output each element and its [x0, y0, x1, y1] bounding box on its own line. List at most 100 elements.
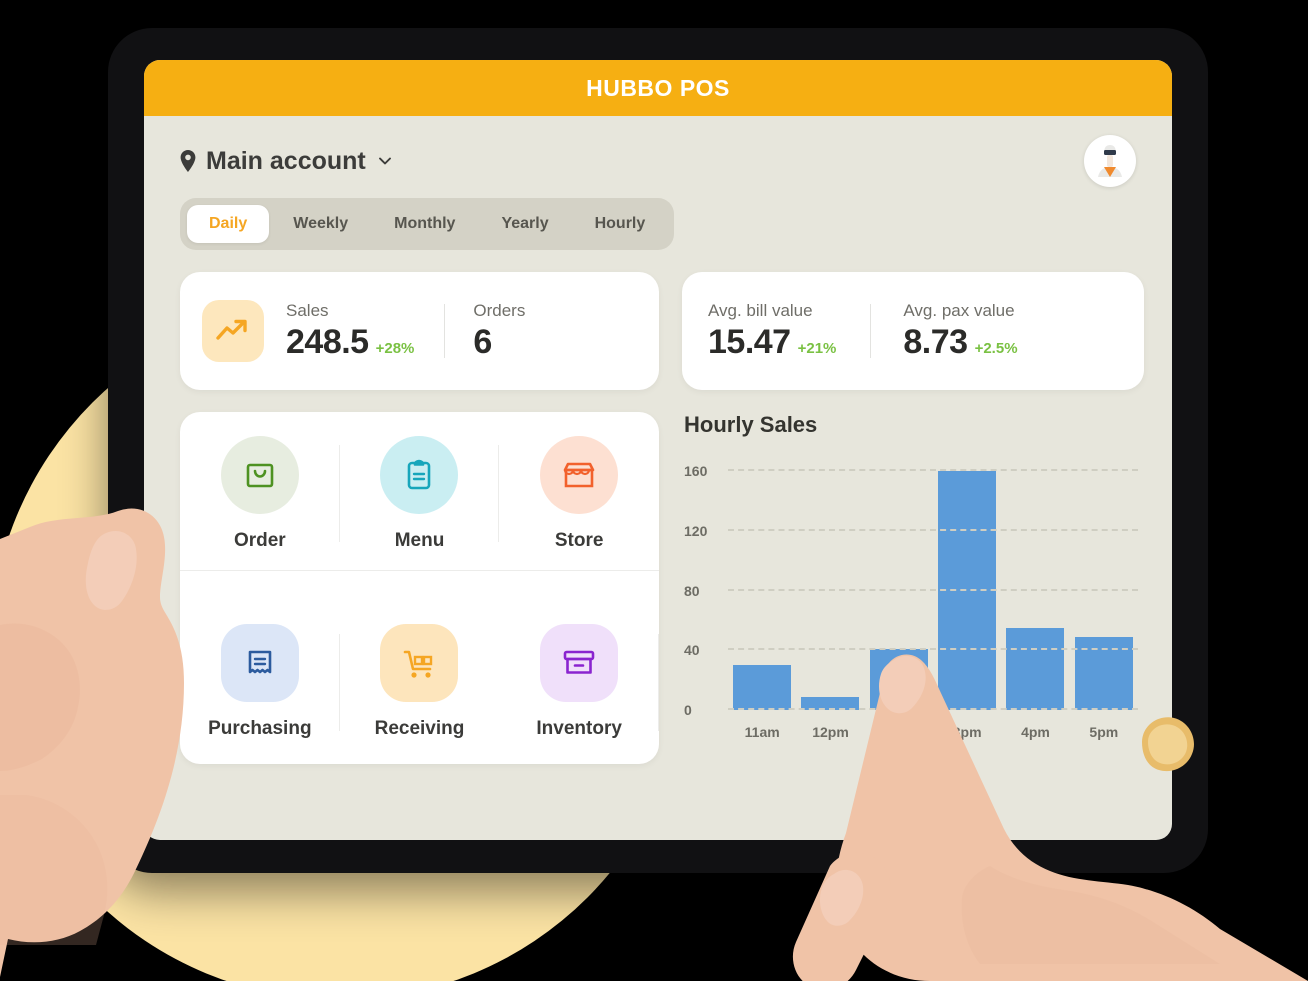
left-column: Sales 248.5 +28% Orders 6 Order Menu Sto… [180, 272, 659, 764]
avg-pax-delta: +2.5% [974, 339, 1018, 357]
sales-label: Sales [286, 300, 329, 320]
tablet-screen: HUBBO POS Main account Daily Weekly Mont… [144, 60, 1172, 840]
purchasing-icon-box [220, 624, 299, 703]
chart-bar-column[interactable] [865, 464, 933, 710]
screenshot-root: HUBBO POS Main account Daily Weekly Mont… [0, 0, 1308, 981]
chart-bar-column[interactable] [796, 464, 864, 710]
chart-bar[interactable] [938, 471, 997, 710]
menu-icon-box [380, 435, 459, 514]
sales-block: Sales 248.5 +28% [264, 301, 414, 362]
user-avatar-icon [1090, 141, 1130, 181]
chart-x-tick-label: 4pm [1021, 724, 1050, 740]
dashboard-content: Sales 248.5 +28% Orders 6 Order Menu Sto… [180, 272, 1144, 764]
orders-label: Orders [473, 300, 526, 320]
shortcut-label: Store [554, 529, 604, 551]
tab-yearly[interactable]: Yearly [479, 205, 570, 243]
shortcut-label: Receiving [374, 718, 465, 740]
period-tabs: Daily Weekly Monthly Yearly Hourly [180, 198, 675, 250]
receiving-icon-box [380, 624, 459, 703]
averages-card: Avg. bill value 15.47 +21% Avg. pax valu… [682, 272, 1144, 390]
orders-value: 6 [473, 322, 492, 361]
chart-bar-column[interactable] [728, 464, 796, 710]
account-row: Main account [180, 130, 1136, 192]
tab-hourly[interactable]: Hourly [573, 205, 668, 243]
chart-bar-column[interactable] [933, 464, 1001, 710]
shortcuts-card: Order Menu Store Purchasing Receiving In… [180, 412, 659, 764]
shortcut-label: Menu [394, 529, 445, 551]
avg-pax-label: Avg. pax value [903, 300, 1015, 320]
shortcut-store[interactable]: Store [499, 418, 659, 570]
avatar[interactable] [1084, 135, 1136, 187]
tab-daily[interactable]: Daily [187, 205, 270, 243]
shortcut-label: Inventory [536, 718, 622, 740]
app-body: Main account Daily Weekly Monthly Yearly… [144, 116, 1172, 764]
order-icon-box [220, 435, 299, 514]
chart-bars [728, 464, 1138, 710]
chart-area[interactable]: 0 40 80 120 160 11am 12pm 3pm 4pm 5pm [684, 456, 1144, 756]
shopping-cart-icon [404, 650, 433, 678]
store-icon-box [540, 435, 619, 514]
trending-up-icon [216, 319, 247, 340]
shortcut-inventory[interactable]: Inventory [499, 606, 659, 758]
chart-bar[interactable] [869, 648, 928, 710]
chart-x-tick-label [865, 724, 933, 740]
app-brand-title: HUBBO POS [586, 74, 730, 101]
shortcut-label: Order [233, 529, 286, 551]
sales-delta: +28% [375, 339, 415, 357]
chart-x-axis: 11am 12pm 3pm 4pm 5pm [728, 724, 1138, 740]
chart-y-tick-label: 80 [684, 582, 700, 599]
chart-x-tick-label: 12pm [812, 724, 849, 740]
sales-summary-card: Sales 248.5 +28% Orders 6 [180, 272, 659, 390]
chart-title: Hourly Sales [684, 412, 818, 437]
receipt-icon [248, 650, 272, 674]
inventory-icon-box [540, 624, 619, 703]
chart-gridline [728, 469, 1138, 472]
avg-bill-label: Avg. bill value [708, 300, 813, 320]
shopping-bag-icon [246, 463, 274, 488]
tab-weekly[interactable]: Weekly [271, 205, 370, 243]
avg-bill-delta: +21% [797, 339, 837, 357]
location-pin-icon [180, 150, 196, 172]
shortcut-menu[interactable]: Menu [340, 418, 500, 570]
account-selector[interactable]: Main account [180, 147, 394, 176]
chart-gridline [728, 648, 1138, 651]
chart-x-tick-label: 11am [744, 724, 780, 740]
tablet-device: HUBBO POS Main account Daily Weekly Mont… [108, 28, 1208, 873]
chart-y-tick-label: 160 [684, 463, 708, 480]
sales-value: 248.5 [286, 322, 369, 361]
chart-x-tick-label: 3pm [952, 724, 982, 740]
chart-bar-column[interactable] [1070, 464, 1138, 710]
avg-bill-value: 15.47 [708, 322, 791, 361]
chart-gridline [728, 708, 1138, 710]
shortcut-order[interactable]: Order [180, 418, 340, 570]
avg-pax-block: Avg. pax value 8.73 +2.5% [903, 301, 1017, 362]
sales-trend-icon-box [202, 300, 264, 362]
chart-y-tick-label: 0 [684, 702, 692, 718]
orders-block: Orders 6 [445, 301, 525, 362]
avg-bill-block: Avg. bill value 15.47 +21% [708, 301, 836, 362]
chart-gridline [728, 529, 1138, 532]
chart-bar-column[interactable] [1001, 464, 1069, 710]
shortcut-purchasing[interactable]: Purchasing [180, 606, 340, 758]
shortcuts-row-divider [180, 569, 659, 571]
chart-gridline [728, 588, 1138, 591]
chart-y-tick-label: 40 [684, 642, 700, 659]
right-column: Avg. bill value 15.47 +21% Avg. pax valu… [682, 272, 1144, 764]
chart-bar[interactable] [733, 665, 792, 710]
shortcut-label: Purchasing [208, 718, 312, 740]
app-header: HUBBO POS [144, 60, 1172, 116]
tab-monthly[interactable]: Monthly [372, 205, 477, 243]
shortcuts-grid: Order Menu Store Purchasing Receiving In… [180, 418, 659, 758]
archive-box-icon [563, 650, 595, 674]
chart-x-tick-label: 5pm [1089, 724, 1119, 740]
chart-y-tick-label: 120 [684, 523, 708, 540]
hourly-sales-chart: Hourly Sales 0 40 80 120 160 11am 12pm 3pm 4pm 5… [682, 412, 1144, 756]
account-name-label: Main account [206, 146, 366, 175]
shortcut-receiving[interactable]: Receiving [340, 606, 500, 758]
chart-plot [728, 464, 1138, 710]
averages-divider [870, 304, 872, 358]
clipboard-icon [408, 459, 431, 490]
chart-bar[interactable] [1006, 628, 1065, 710]
avg-pax-value: 8.73 [903, 322, 968, 361]
storefront-icon [563, 462, 595, 488]
